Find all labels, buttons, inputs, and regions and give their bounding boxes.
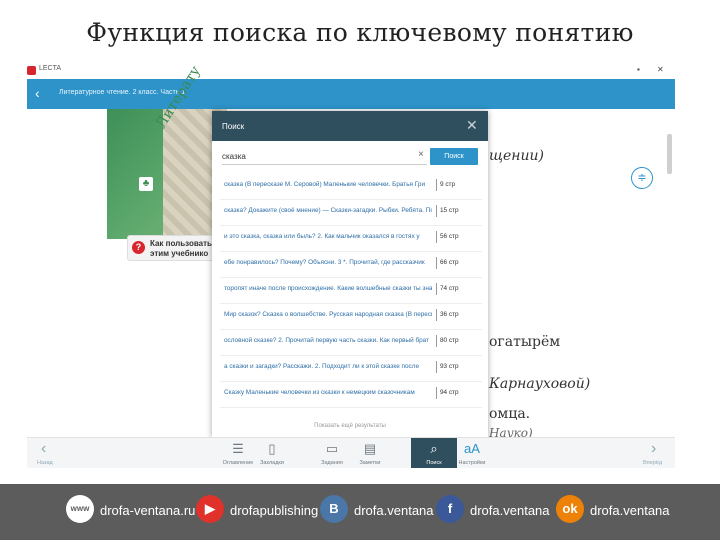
book-title: Литературное чтение. 2 класс. Часть 1 [59, 89, 186, 96]
result-divider [436, 283, 437, 295]
result-page: 15 стр [440, 207, 459, 214]
show-more-link[interactable]: Показать ещё результаты [212, 423, 488, 429]
page-text-line: омца. [489, 406, 531, 422]
toolbar-item[interactable]: ▯ Закладки [249, 438, 295, 468]
toolbar-item[interactable]: ▤ Заметки [347, 438, 393, 468]
social-label: drofa-ventana.ru [100, 503, 196, 518]
page-text-line: Карнауховой) [489, 376, 591, 392]
result-page: 94 стр [440, 389, 459, 396]
toolbar-label: Заметки [359, 460, 381, 466]
search-result-item[interactable]: сказка? Докажите (своё мнение) — Сказки-… [220, 199, 482, 226]
result-divider [436, 205, 437, 217]
search-result-item[interactable]: ебе понравилось? Почему? Объясни. 3 *. П… [220, 251, 482, 278]
result-snippet: Мир сказок? Сказка о волшебстве. Русская… [224, 311, 432, 318]
social-label: drofa.ventana [590, 503, 670, 518]
search-result-item[interactable]: а сказки и загадки? Расскажи. 2. Подходи… [220, 355, 482, 382]
result-divider [436, 231, 437, 243]
help-label-line2: этим учебнико [150, 249, 209, 258]
clear-search-icon[interactable]: × [418, 149, 424, 160]
scrollbar[interactable] [667, 134, 672, 174]
social-icon: B [320, 495, 348, 523]
result-snippet: ебе понравилось? Почему? Объясни. 3 *. П… [224, 259, 425, 266]
result-snippet: сказка? Докажите (своё мнение) — Сказки-… [224, 207, 432, 214]
result-snippet: Сказку Маленькие человечки из сказки к н… [224, 389, 415, 396]
help-label-line1: Как пользовать [150, 239, 212, 248]
social-footer: www drofa-ventana.ru ▶ drofapublishing Bdrof… [0, 484, 720, 540]
page-tool-icon[interactable]: ≑ [631, 167, 653, 189]
app-header: ‹ Литературное чтение. 2 класс. Часть 1 [27, 79, 675, 109]
toolbar-icon: ▤ [363, 441, 377, 456]
social-label: drofapublishing [230, 503, 319, 518]
dialog-title: Поиск [222, 122, 245, 131]
question-icon: ? [132, 241, 145, 254]
search-result-item[interactable]: и это сказка, сказка или быль? 2. Как ма… [220, 225, 482, 252]
result-snippet: и это сказка, сказка или быль? 2. Как ма… [224, 233, 420, 240]
result-page: 80 стр [440, 337, 459, 344]
result-divider [436, 361, 437, 373]
result-snippet: торопят иначе после происхождение. Какие… [224, 285, 432, 292]
search-input[interactable] [222, 148, 427, 165]
help-button[interactable]: ? Как пользовать этим учебнико [127, 235, 225, 261]
next-page-icon[interactable]: › [651, 440, 656, 458]
result-divider [436, 257, 437, 269]
toolbar-item[interactable]: aA Настройки [449, 438, 495, 468]
result-page: 66 стр [440, 259, 459, 266]
result-divider [436, 387, 437, 399]
result-divider [436, 179, 437, 191]
social-icon: f [436, 495, 464, 523]
search-result-item[interactable]: ословной сказке? 2. Прочитай первую част… [220, 329, 482, 356]
result-page: 74 стр [440, 285, 459, 292]
search-result-item[interactable]: сказка (В пересказе М. Серовой) Маленьки… [220, 173, 482, 200]
app-screenshot: LECTA ▪ ✕ ‹ Литературное чтение. 2 класс… [27, 64, 675, 468]
page-text-line: огатырём [489, 334, 561, 350]
result-page: 56 стр [440, 233, 459, 240]
search-result-item[interactable]: Мир сказок? Сказка о волшебстве. Русская… [220, 303, 482, 330]
prev-page-icon[interactable]: ‹ [41, 440, 46, 458]
social-label: drofa.ventana [470, 503, 550, 518]
dialog-header: Поиск ✕ [212, 111, 488, 141]
social-icon: ▶ [196, 495, 224, 523]
result-page: 36 стр [440, 311, 459, 318]
toolbar-label: Настройки [458, 460, 486, 466]
social-icon: www [66, 495, 94, 523]
social-icon: ok [556, 495, 584, 523]
result-page: 9 стр [440, 181, 456, 188]
window-close-icon[interactable]: ✕ [657, 65, 664, 74]
toolbar-label: Закладки [260, 460, 284, 466]
result-divider [436, 335, 437, 347]
toolbar-icon: ▯ [268, 441, 276, 456]
page-text-line: щении) [489, 148, 545, 164]
os-title-bar: LECTA ▪ ✕ [27, 64, 675, 79]
cover-logo-icon: ♣ [139, 177, 153, 191]
prev-page-label: Назад [37, 460, 53, 466]
os-app-name: LECTA [39, 65, 62, 72]
bottom-toolbar: ‹ Назад ☰ Оглавление ▯ Закладки ▭ Задания ▤ Зам… [27, 437, 675, 468]
back-icon[interactable]: ‹ [35, 85, 40, 101]
result-page: 93 стр [440, 363, 459, 370]
search-dialog: Поиск ✕ × Поиск сказка (В пересказе М. С… [212, 111, 488, 438]
result-snippet: ословной сказке? 2. Прочитай первую част… [224, 337, 430, 344]
search-row: × Поиск [212, 141, 488, 169]
close-icon[interactable]: ✕ [466, 117, 478, 134]
book-cover-image: Литерату ♣ [107, 64, 227, 239]
app-logo-icon [27, 66, 36, 75]
minimize-icon[interactable]: ▪ [637, 65, 640, 74]
social-label: drofa.ventana [354, 503, 434, 518]
result-snippet: а сказки и загадки? Расскажи. 2. Подходи… [224, 363, 420, 370]
next-page-label: Вперёд [643, 460, 663, 466]
search-result-item[interactable]: торопят иначе после происхождение. Какие… [220, 277, 482, 304]
result-snippet: сказка (В пересказе М. Серовой) Маленьки… [224, 181, 426, 188]
search-button[interactable]: Поиск [430, 148, 478, 165]
slide-title: Функция поиска по ключевому понятию [86, 18, 634, 47]
result-divider [436, 309, 437, 321]
search-result-item[interactable]: Сказку Маленькие человечки из сказки к н… [220, 381, 482, 408]
toolbar-icon: aA [464, 441, 480, 456]
